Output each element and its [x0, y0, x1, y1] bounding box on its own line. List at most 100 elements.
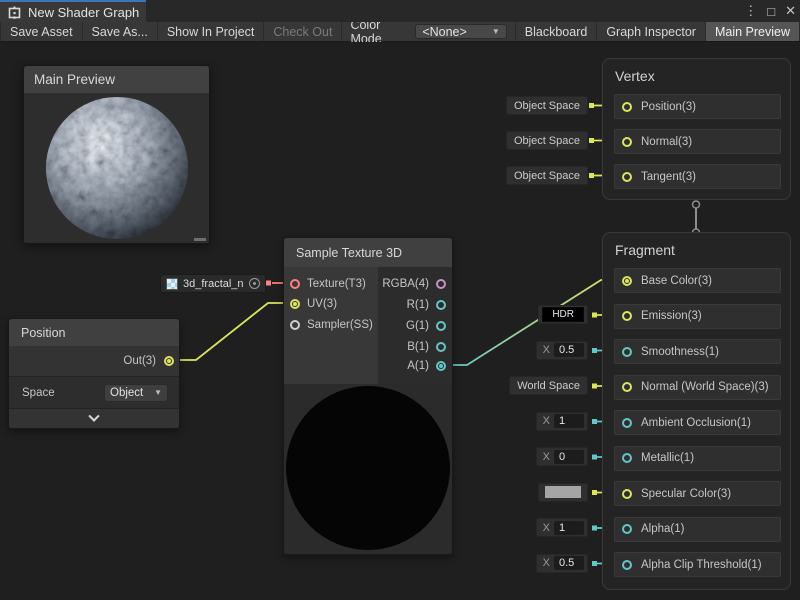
- metallic-float-field[interactable]: X 0: [536, 447, 588, 466]
- normal-space-badge[interactable]: Object Space: [506, 131, 588, 150]
- output-a[interactable]: A(1): [407, 356, 446, 376]
- document-tab[interactable]: New Shader Graph: [0, 0, 146, 22]
- vertex-context-node[interactable]: Vertex Position(3) Normal(3) Tangent(3): [602, 58, 791, 200]
- object-picker-icon[interactable]: [249, 278, 260, 289]
- g-output-port[interactable]: [436, 321, 446, 331]
- input-sampler[interactable]: Sampler(SS): [290, 315, 373, 335]
- alpha-clip-value-input[interactable]: 0.5: [554, 556, 584, 570]
- color-mode-dropdown[interactable]: <None> ▼: [415, 24, 506, 39]
- position-out-row[interactable]: Out(3): [9, 346, 179, 376]
- position-input-port[interactable]: [622, 102, 632, 112]
- alpha-float-field[interactable]: X 1: [536, 518, 588, 537]
- row-label: Tangent(3): [641, 171, 696, 183]
- fragment-context-node[interactable]: Fragment Base Color(3) Emission(3) Smoot…: [602, 232, 791, 590]
- panel-resize-handle[interactable]: [194, 238, 206, 241]
- r-output-port[interactable]: [436, 300, 446, 310]
- fragment-row-ambient-occlusion[interactable]: Ambient Occlusion(1): [614, 410, 781, 435]
- position-node-title[interactable]: Position: [9, 319, 179, 346]
- maximize-icon[interactable]: □: [767, 4, 775, 19]
- close-icon[interactable]: ✕: [785, 3, 796, 19]
- position-node[interactable]: Position Out(3) Space Object ▼: [8, 318, 180, 429]
- fragment-row-specular-color[interactable]: Specular Color(3): [614, 481, 781, 506]
- fragment-title: Fragment: [615, 242, 675, 258]
- fragment-row-metallic[interactable]: Metallic(1): [614, 446, 781, 471]
- vertex-row-tangent[interactable]: Tangent(3): [614, 164, 781, 189]
- collapse-chevron-icon: [88, 410, 99, 421]
- node-preview[interactable]: [284, 384, 452, 554]
- specular-color-field[interactable]: [538, 483, 588, 502]
- save-as-button[interactable]: Save As...: [83, 22, 158, 41]
- normal-space-badge[interactable]: World Space: [509, 376, 588, 395]
- color-mode-label: Color Mode: [342, 22, 415, 41]
- tangent-input-port[interactable]: [622, 172, 632, 182]
- main-preview-viewport[interactable]: [24, 93, 209, 243]
- specular-color-swatch[interactable]: [545, 486, 581, 498]
- alpha-port[interactable]: [622, 524, 632, 534]
- input-texture[interactable]: Texture(T3): [290, 274, 366, 294]
- graph-inspector-toggle-button[interactable]: Graph Inspector: [597, 22, 706, 41]
- sample-texture-3d-title[interactable]: Sample Texture 3D: [284, 238, 452, 267]
- uv-input-port[interactable]: [290, 299, 300, 309]
- x-component-label: X: [540, 557, 550, 569]
- main-preview-panel-header[interactable]: Main Preview: [24, 66, 209, 93]
- sample-texture-3d-node[interactable]: Sample Texture 3D Texture(T3) UV(3) Samp…: [283, 237, 453, 555]
- sampler-input-port[interactable]: [290, 320, 300, 330]
- metallic-value-input[interactable]: 0: [554, 450, 584, 464]
- smoothness-value-input[interactable]: 0.5: [554, 343, 584, 357]
- row-label: Metallic(1): [641, 452, 694, 464]
- output-r[interactable]: R(1): [407, 295, 446, 315]
- fragment-row-normal-ws[interactable]: Normal (World Space)(3): [614, 375, 781, 400]
- smoothness-float-field[interactable]: X 0.5: [536, 341, 588, 360]
- output-rgba[interactable]: RGBA(4): [382, 274, 446, 294]
- alpha-value-input[interactable]: 1: [554, 521, 584, 535]
- space-dropdown[interactable]: Object ▼: [104, 384, 168, 402]
- show-in-project-button[interactable]: Show In Project: [158, 22, 265, 41]
- blackboard-toggle-button[interactable]: Blackboard: [515, 22, 598, 41]
- row-label: Texture(T3): [307, 278, 366, 290]
- base-color-port[interactable]: [622, 276, 632, 286]
- save-asset-button[interactable]: Save Asset: [0, 22, 83, 41]
- vertex-row-normal[interactable]: Normal(3): [614, 129, 781, 154]
- preview-sphere: [44, 95, 190, 241]
- graph-canvas[interactable]: Main Preview: [0, 42, 800, 599]
- emission-port[interactable]: [622, 311, 632, 321]
- hdr-color-swatch[interactable]: HDR: [542, 307, 584, 322]
- texture-stub-dot: [266, 281, 271, 286]
- node-collapse-footer[interactable]: [9, 408, 179, 428]
- menu-dots-icon[interactable]: ⋮: [744, 3, 757, 19]
- chevron-down-icon: ▼: [154, 388, 162, 397]
- out-port[interactable]: [164, 356, 174, 366]
- ambient-occlusion-float-field[interactable]: X 1: [536, 412, 588, 431]
- main-preview-panel[interactable]: Main Preview: [23, 65, 210, 244]
- metallic-port[interactable]: [622, 453, 632, 463]
- texture-object-field[interactable]: 3d_fractal_n: [160, 274, 266, 293]
- alpha-clip-float-field[interactable]: X 0.5: [536, 554, 588, 573]
- tangent-space-badge[interactable]: Object Space: [506, 166, 588, 185]
- alpha-clip-port[interactable]: [622, 560, 632, 570]
- fragment-row-alpha-clip[interactable]: Alpha Clip Threshold(1): [614, 552, 781, 577]
- output-b[interactable]: B(1): [407, 337, 446, 357]
- a-output-port[interactable]: [436, 361, 446, 371]
- fragment-row-alpha[interactable]: Alpha(1): [614, 517, 781, 542]
- fragment-row-base-color[interactable]: Base Color(3): [614, 268, 781, 293]
- vertex-row-position[interactable]: Position(3): [614, 94, 781, 119]
- smoothness-port[interactable]: [622, 347, 632, 357]
- ambient-occlusion-port[interactable]: [622, 418, 632, 428]
- normal-ws-port[interactable]: [622, 382, 632, 392]
- fragment-row-smoothness[interactable]: Smoothness(1): [614, 339, 781, 364]
- position-space-badge[interactable]: Object Space: [506, 96, 588, 115]
- edge-position-to-uv[interactable]: [175, 303, 291, 360]
- input-uv[interactable]: UV(3): [290, 294, 337, 314]
- x-component-label: X: [540, 344, 550, 356]
- main-preview-toggle-button[interactable]: Main Preview: [706, 22, 800, 41]
- output-g[interactable]: G(1): [406, 316, 446, 336]
- rgba-output-port[interactable]: [436, 279, 446, 289]
- specular-color-port[interactable]: [622, 489, 632, 499]
- fragment-row-emission[interactable]: Emission(3): [614, 304, 781, 329]
- b-output-port[interactable]: [436, 342, 446, 352]
- row-label: Position(3): [641, 101, 696, 113]
- normal-input-port[interactable]: [622, 137, 632, 147]
- ambient-occlusion-value-input[interactable]: 1: [554, 414, 584, 428]
- emission-hdr-color-field[interactable]: HDR: [538, 305, 588, 324]
- texture-input-port[interactable]: [290, 279, 300, 289]
